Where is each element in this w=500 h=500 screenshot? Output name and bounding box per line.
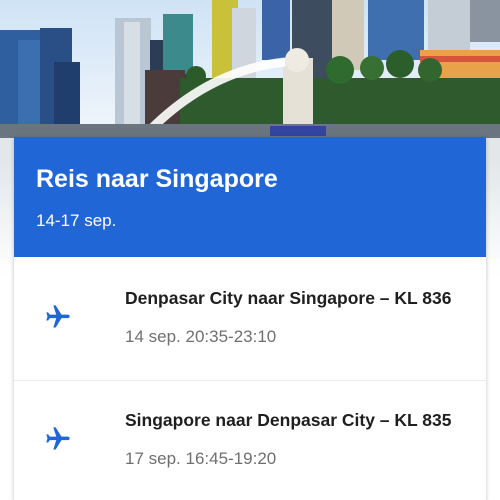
flight-route: Denpasar City naar Singapore – KL 836 — [125, 288, 452, 308]
flight-time: 14 sep. 20:35-23:10 — [125, 327, 277, 346]
trip-title: Reis naar Singapore — [36, 165, 278, 193]
flight-item-return[interactable]: Singapore naar Denpasar City – KL 835 17… — [14, 387, 486, 497]
flight-item-outbound[interactable]: Denpasar City naar Singapore – KL 836 14… — [14, 265, 486, 375]
flight-time: 17 sep. 16:45-19:20 — [125, 449, 277, 468]
trip-card-header: Reis naar Singapore 14-17 sep. — [14, 137, 486, 257]
flight-route: Singapore naar Denpasar City – KL 835 — [125, 410, 452, 430]
trip-dates: 14-17 sep. — [36, 211, 117, 230]
airplane-icon — [44, 425, 72, 453]
airplane-icon — [44, 303, 72, 331]
divider — [14, 380, 486, 381]
trip-card[interactable]: Reis naar Singapore 14-17 sep. Denpasar … — [14, 137, 486, 500]
